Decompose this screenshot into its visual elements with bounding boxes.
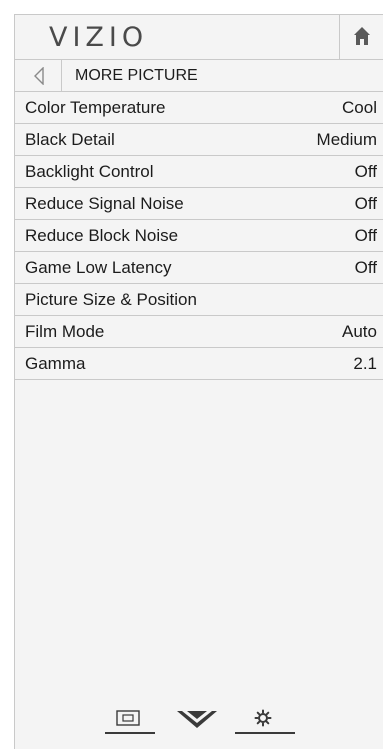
menu-item-value: Off [354,162,377,181]
menu-item-reduce-block-noise[interactable]: Reduce Block Noise Off [15,220,383,252]
vizio-v-icon [171,711,223,736]
menu-item-picture-size-position[interactable]: Picture Size & Position [15,284,383,316]
menu-item-value: Medium [316,130,377,149]
menu-item-backlight-control[interactable]: Backlight Control Off [15,156,383,188]
menu-item-gamma[interactable]: Gamma 2.1 [15,348,383,380]
bottom-nav-bar [105,708,295,738]
menu-item-label: Black Detail [25,130,115,149]
vizio-logo: VIZIO [49,22,149,53]
menu-item-label: Color Temperature [25,98,166,117]
menu-item-value: Off [354,258,377,277]
header: VIZIO [15,15,383,60]
menu-item-label: Reduce Block Noise [25,226,179,245]
menu-item-reduce-signal-noise[interactable]: Reduce Signal Noise Off [15,188,383,220]
menu-item-label: Gamma [25,354,86,373]
menu-item-value: 2.1 [353,354,377,373]
menu-item-value: Off [354,226,377,245]
menu-item-value: Cool [342,98,377,117]
tab-settings[interactable] [235,708,295,734]
menu-item-color-temperature[interactable]: Color Temperature Cool [15,92,383,124]
picture-settings-menu: Color Temperature Cool Black Detail Medi… [15,92,383,380]
menu-panel: VIZIO MORE PICTURE Color Temperature Coo… [14,14,383,749]
menu-item-label: Film Mode [25,322,105,341]
menu-item-label: Game Low Latency [25,258,172,277]
menu-item-film-mode[interactable]: Film Mode Auto [15,316,383,348]
submenu-header: MORE PICTURE [15,60,383,92]
menu-item-value: Auto [342,322,377,341]
page-title: MORE PICTURE [75,67,198,84]
menu-item-label: Picture Size & Position [25,290,197,309]
tab-underline [235,732,295,734]
tab-input[interactable] [105,708,155,734]
menu-item-value: Off [354,194,377,213]
menu-item-black-detail[interactable]: Black Detail Medium [15,124,383,156]
tab-vizio[interactable] [171,708,223,732]
menu-item-label: Reduce Signal Noise [25,194,184,213]
back-button[interactable] [15,60,62,91]
menu-item-label: Backlight Control [25,162,154,181]
tab-underline [105,732,155,734]
menu-item-game-low-latency[interactable]: Game Low Latency Off [15,252,383,284]
home-button[interactable] [339,15,383,59]
